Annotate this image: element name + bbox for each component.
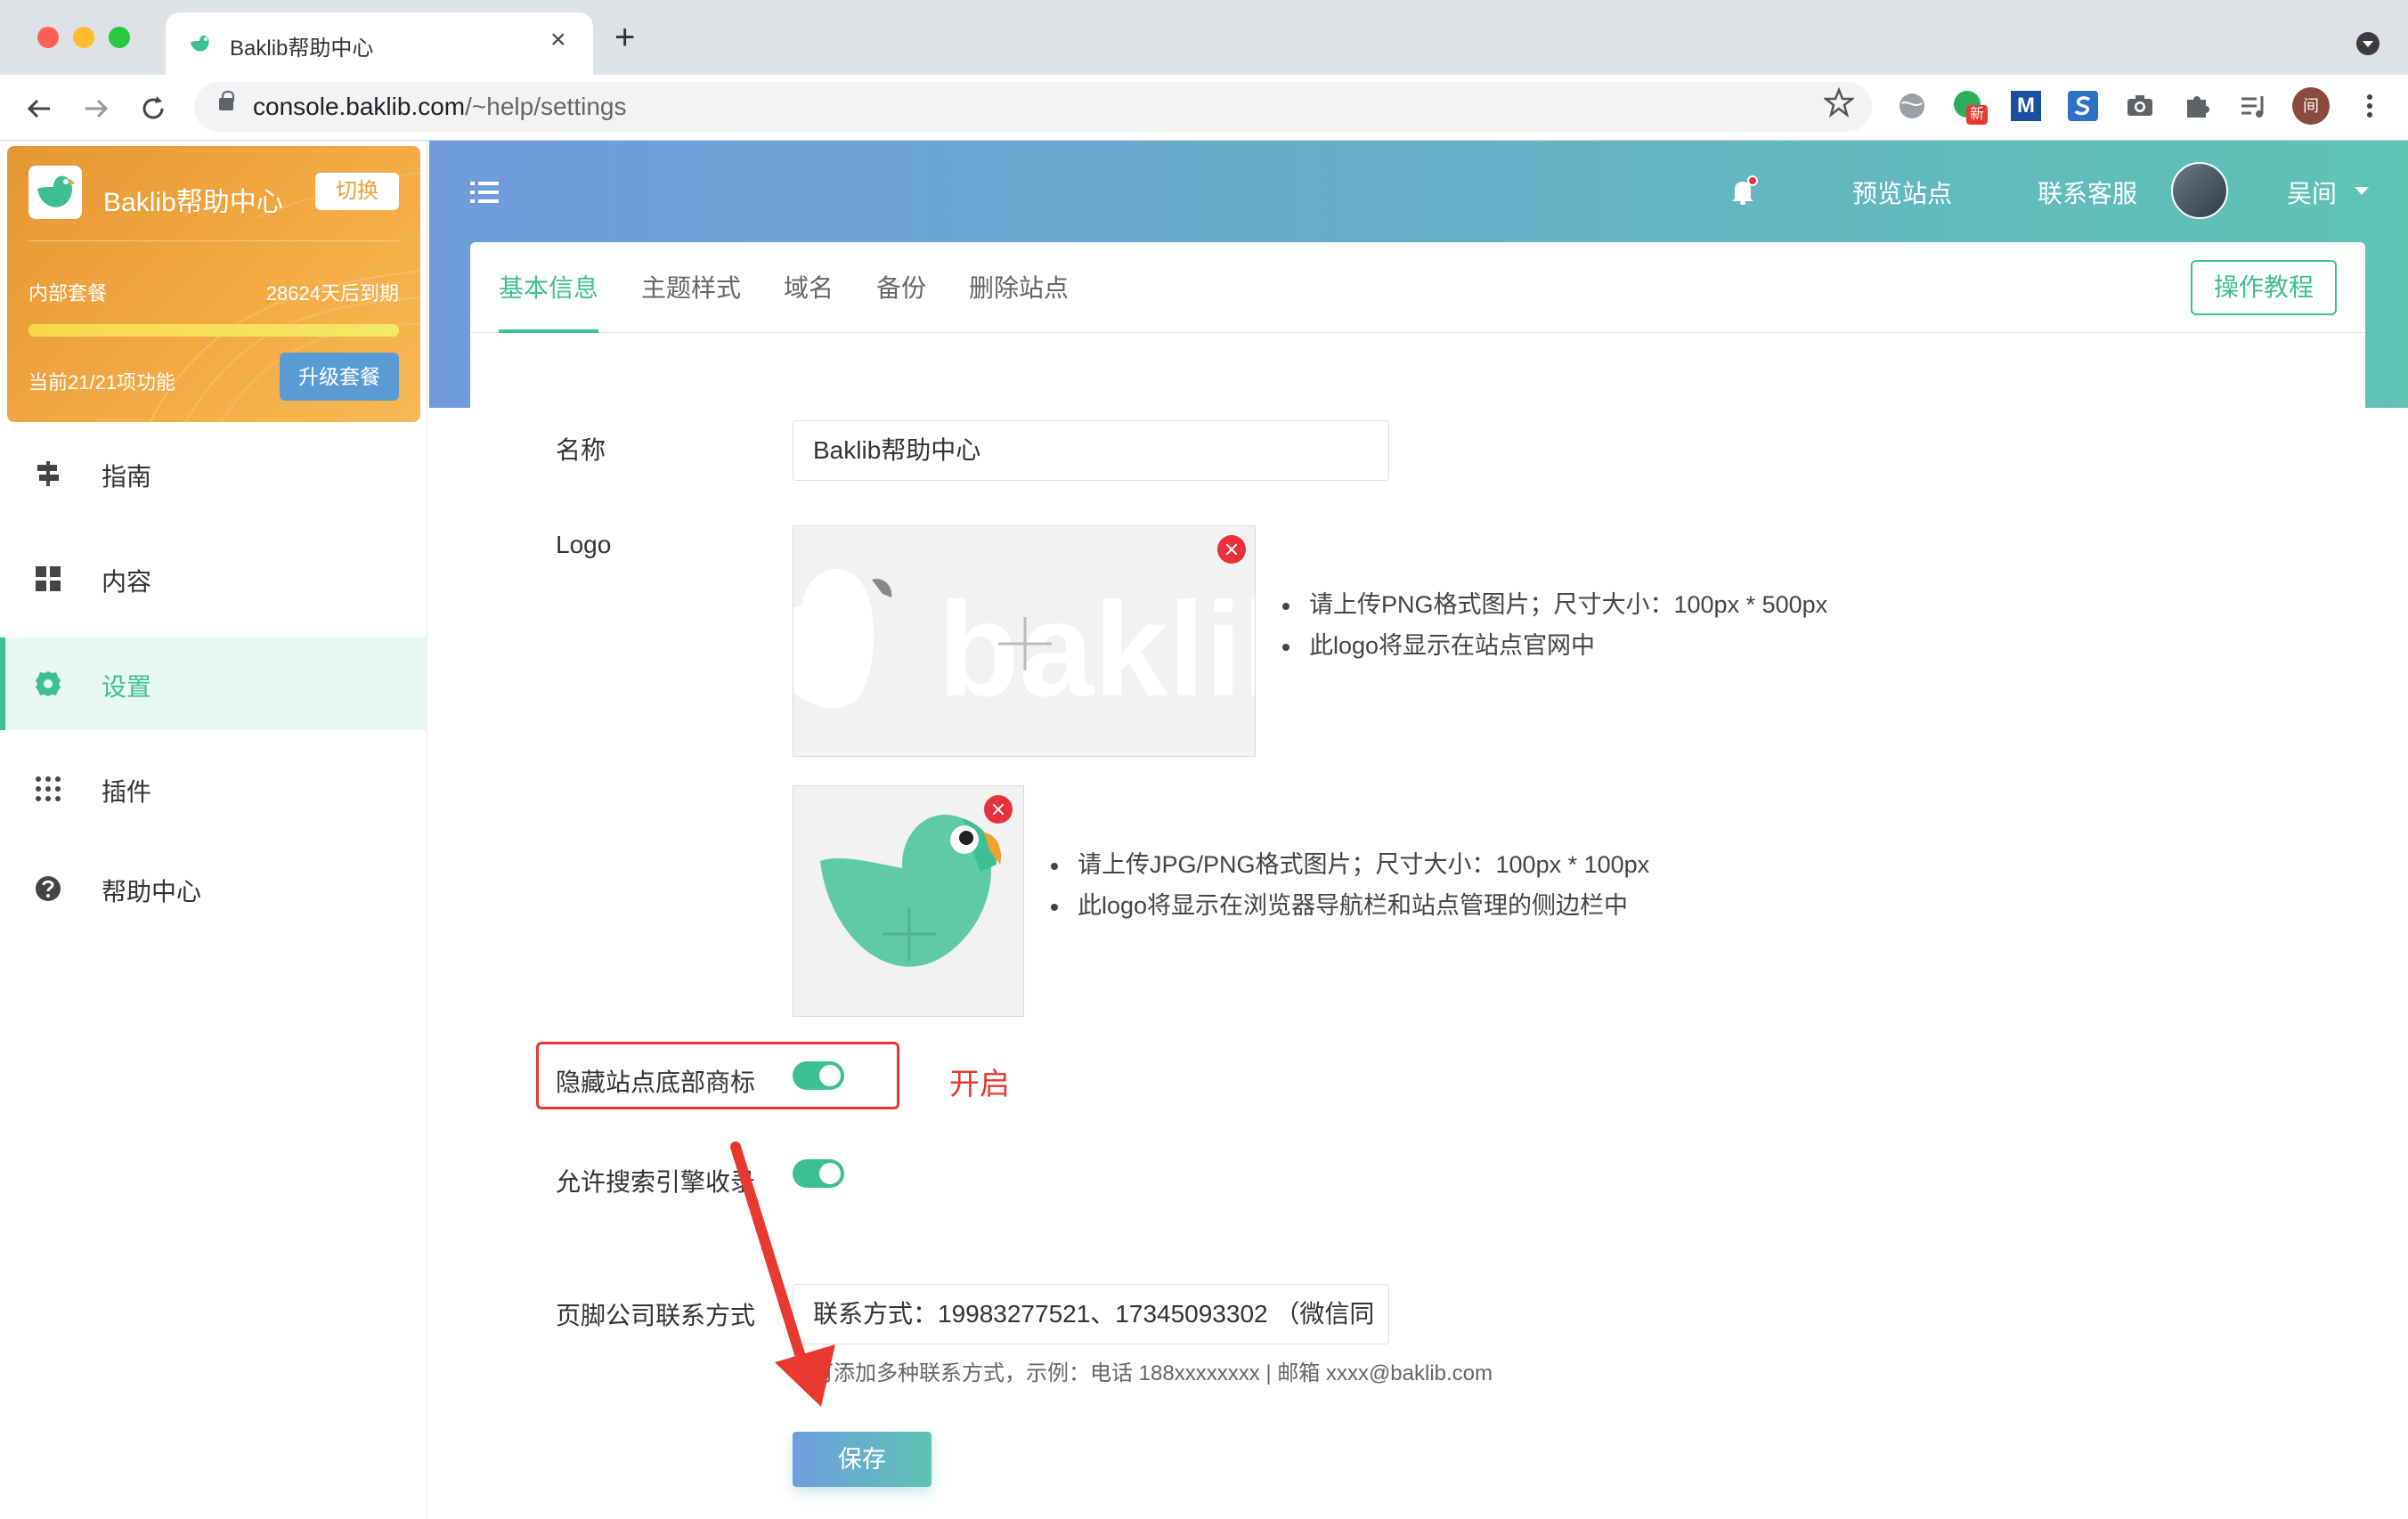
save-button[interactable]: 保存 xyxy=(793,1432,931,1487)
reading-list-icon[interactable] xyxy=(2239,91,2269,121)
tab-backup[interactable]: 备份 xyxy=(876,269,926,305)
extension-m-icon[interactable]: M xyxy=(2011,91,2041,121)
plan-card: Baklib帮助中心 切换 内部套餐 28624天后到期 当前21/21项功能 … xyxy=(7,146,420,422)
hint-item: 此logo将显示在浏览器导航栏和站点管理的侧边栏中 xyxy=(1051,885,1649,926)
feature-count: 当前21/21项功能 xyxy=(28,371,176,394)
sidebar-item-content[interactable]: 内容 xyxy=(0,532,427,625)
name-input[interactable]: Baklib帮助中心 xyxy=(793,420,1389,481)
logo-label: Logo xyxy=(556,531,612,558)
tab-theme-style[interactable]: 主题样式 xyxy=(641,269,741,305)
sidebar-item-label: 插件 xyxy=(102,778,152,806)
site-name: Baklib帮助中心 xyxy=(103,188,283,217)
plan-progress-bar xyxy=(28,324,399,337)
url-text: console.baklib.com/~help/settings xyxy=(253,93,627,120)
preview-site-link[interactable]: 预览站点 xyxy=(1852,175,1952,210)
plan-progress-fill xyxy=(28,324,399,337)
footer-contact-input[interactable]: 联系方式：19983277521、17345093302 （微信同 xyxy=(793,1284,1389,1344)
sidebar-item-label: 设置 xyxy=(102,673,152,701)
sidebar-item-label: 内容 xyxy=(102,568,152,596)
puzzle-icon[interactable] xyxy=(2182,91,2212,121)
new-tab-button[interactable]: + xyxy=(614,20,635,55)
sidebar: Baklib帮助中心 切换 内部套餐 28624天后到期 当前21/21项功能 … xyxy=(0,141,427,1519)
hint-item: 请上传JPG/PNG格式图片；尺寸大小：100px * 100px xyxy=(1051,844,1649,885)
tutorial-button[interactable]: 操作教程 xyxy=(2191,260,2337,315)
menu-toggle-icon[interactable] xyxy=(468,176,500,208)
favicon-hints: 请上传JPG/PNG格式图片；尺寸大小：100px * 100px 此logo将… xyxy=(1051,844,1649,926)
name-label: 名称 xyxy=(556,436,606,464)
tab-close-icon[interactable]: × xyxy=(550,25,566,55)
switch-site-button[interactable]: 切换 xyxy=(315,173,399,210)
question-icon xyxy=(36,876,61,901)
baklib-wordmark-image: baklib xyxy=(793,569,1256,724)
hide-brand-toggle[interactable] xyxy=(793,1061,844,1090)
bookmark-star-icon[interactable] xyxy=(1824,87,1854,118)
sidebar-item-label: 帮助中心 xyxy=(102,878,202,906)
close-window-button[interactable] xyxy=(37,27,59,48)
back-icon[interactable] xyxy=(23,93,55,125)
active-tab-indicator xyxy=(499,329,598,333)
footer-contact-help: 可添加多种联系方式，示例：电话 188xxxxxxxx | 邮箱 xxxx@ba… xyxy=(812,1361,1493,1385)
plan-expiry: 28624天后到期 xyxy=(265,282,399,305)
favicon-upload[interactable] xyxy=(793,785,1024,1017)
site-logo-upload[interactable]: baklib xyxy=(793,525,1256,757)
tab-search-icon[interactable] xyxy=(2356,32,2380,55)
sidebar-item-label: 指南 xyxy=(102,463,152,491)
minimize-window-button[interactable] xyxy=(73,27,94,48)
settings-tabs: 基本信息 主题样式 域名 备份 删除站点 操作教程 xyxy=(470,242,2365,333)
upgrade-plan-button[interactable]: 升级套餐 xyxy=(280,353,399,401)
more-menu-icon[interactable] xyxy=(2355,91,2385,121)
sidebar-item-help-center[interactable]: 帮助中心 xyxy=(0,842,427,935)
extension-new-icon[interactable]: 新 xyxy=(1954,91,1988,125)
camera-icon[interactable] xyxy=(2125,91,2155,121)
site-logo xyxy=(28,166,82,219)
hint-item: 此logo将显示在站点官网中 xyxy=(1282,625,1827,666)
reload-icon[interactable] xyxy=(137,93,169,125)
profile-avatar[interactable]: 间 xyxy=(2292,87,2330,125)
dots-grid-icon xyxy=(36,776,61,801)
tab-domain[interactable]: 域名 xyxy=(784,269,834,305)
tab-title: Baklib帮助中心 xyxy=(230,37,374,61)
tab-delete-site[interactable]: 删除站点 xyxy=(969,269,1069,305)
svg-text:baklib: baklib xyxy=(938,574,1256,724)
browser-tab-bar: Baklib帮助中心 × + xyxy=(0,0,2408,75)
hide-brand-label: 隐藏站点底部商标 xyxy=(556,1068,756,1096)
avatar[interactable] xyxy=(2171,162,2228,219)
sidebar-item-plugins[interactable]: 插件 xyxy=(0,743,427,835)
seo-toggle[interactable] xyxy=(793,1159,844,1188)
remove-favicon-icon[interactable] xyxy=(984,795,1013,824)
sidebar-item-settings[interactable]: 设置 xyxy=(0,638,427,730)
card-divider xyxy=(28,240,399,241)
forward-icon[interactable] xyxy=(80,93,112,125)
tab-basic-info[interactable]: 基本信息 xyxy=(499,269,598,305)
grid-icon xyxy=(36,566,61,591)
seo-label: 允许搜索引擎收录 xyxy=(556,1168,756,1196)
remove-site-logo-icon[interactable] xyxy=(1217,535,1246,564)
baklib-favicon-icon xyxy=(191,35,209,52)
extension-s-icon[interactable] xyxy=(2068,91,2098,121)
footer-contact-label: 页脚公司联系方式 xyxy=(556,1302,756,1329)
signpost-icon xyxy=(37,461,59,486)
globe-icon[interactable] xyxy=(1897,91,1927,121)
user-name[interactable]: 吴间 xyxy=(2287,175,2337,210)
hint-item: 请上传PNG格式图片；尺寸大小：100px * 500px xyxy=(1282,584,1827,625)
zoom-window-button[interactable] xyxy=(109,27,130,48)
chevron-down-icon[interactable] xyxy=(2355,187,2369,195)
gear-icon xyxy=(36,671,61,696)
sidebar-item-guide[interactable]: 指南 xyxy=(0,427,427,520)
lock-icon xyxy=(219,91,234,110)
notification-bell-icon[interactable] xyxy=(1728,175,1760,207)
plan-name: 内部套餐 xyxy=(28,282,108,305)
browser-toolbar: console.baklib.com/~help/settings 新 M 间 xyxy=(0,75,2408,141)
annotation-label: 开启 xyxy=(949,1068,1010,1101)
address-bar[interactable]: console.baklib.com/~help/settings xyxy=(194,82,1872,132)
site-logo-hints: 请上传PNG格式图片；尺寸大小：100px * 500px 此logo将显示在站… xyxy=(1282,584,1827,666)
browser-tab[interactable]: Baklib帮助中心 × xyxy=(166,12,593,75)
contact-support-link[interactable]: 联系客服 xyxy=(2038,175,2137,210)
